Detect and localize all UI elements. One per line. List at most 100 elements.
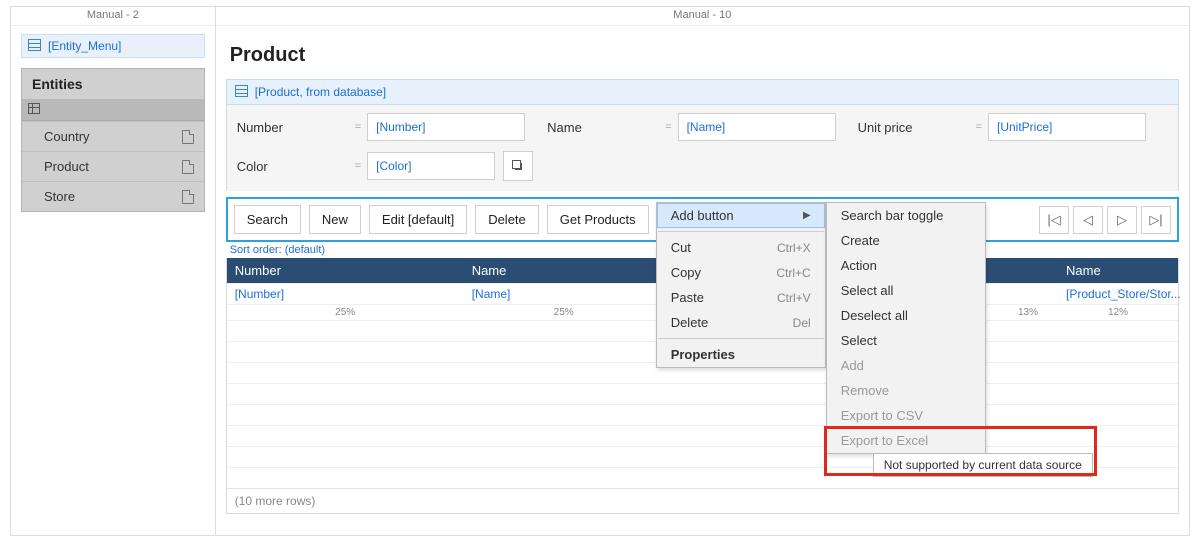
file-icon xyxy=(182,190,194,204)
col-name2-header[interactable]: Name xyxy=(1058,258,1178,283)
table-row[interactable] xyxy=(227,425,1178,446)
menu-separator xyxy=(658,338,824,339)
mi-label: Add button xyxy=(671,208,734,223)
left-pane: Manual - 2 [Entity_Menu] Entities Countr… xyxy=(11,7,216,535)
equals-icon: = xyxy=(355,160,361,172)
table-row[interactable] xyxy=(227,383,1178,404)
pct-far1: 13% xyxy=(998,305,1058,320)
name-label: Name xyxy=(547,120,659,135)
table-icon xyxy=(28,39,42,53)
number-field[interactable]: [Number] xyxy=(367,113,525,141)
entity-item-country[interactable]: Country xyxy=(22,121,204,151)
mi-label: Select xyxy=(841,333,877,348)
mi-export-csv[interactable]: Export to CSV xyxy=(827,403,985,428)
mi-shortcut: Del xyxy=(793,316,811,330)
pct1: 25% xyxy=(227,305,464,320)
mi-paste[interactable]: Paste Ctrl+V xyxy=(657,285,825,310)
nav-next-button[interactable]: ▷ xyxy=(1107,206,1137,234)
mi-add-button[interactable]: Add button ▶ xyxy=(657,203,825,228)
col-name-header[interactable]: Name xyxy=(464,258,664,283)
context-menu-primary: Add button ▶ Cut Ctrl+X Copy Ctrl+C Past… xyxy=(656,202,826,368)
nav-first-button[interactable]: |◁ xyxy=(1039,206,1069,234)
equals-icon: = xyxy=(665,121,671,133)
mi-remove[interactable]: Remove xyxy=(827,378,985,403)
get-products-button[interactable]: Get Products xyxy=(547,205,649,234)
mi-label: Add xyxy=(841,358,864,373)
mi-delete[interactable]: Delete Del xyxy=(657,310,825,335)
delete-button[interactable]: Delete xyxy=(475,205,539,234)
menu-separator xyxy=(658,231,824,232)
window-icon xyxy=(515,163,522,170)
mi-create[interactable]: Create xyxy=(827,228,985,253)
mi-search-bar-toggle[interactable]: Search bar toggle xyxy=(827,203,985,228)
datasource-icon xyxy=(235,85,249,99)
mi-export-excel[interactable]: Export to Excel xyxy=(827,428,985,453)
entity-menu-link[interactable]: [Entity_Menu] xyxy=(21,34,205,58)
mi-shortcut: Ctrl+X xyxy=(777,241,811,255)
entities-title: Entities xyxy=(22,69,204,99)
mi-add[interactable]: Add xyxy=(827,353,985,378)
color-label: Color xyxy=(237,159,349,174)
mi-select-all[interactable]: Select all xyxy=(827,278,985,303)
search-button[interactable]: Search xyxy=(234,205,301,234)
prev-icon: ◁ xyxy=(1083,212,1093,228)
mi-label: Cut xyxy=(671,240,691,255)
mi-label: Export to CSV xyxy=(841,408,923,423)
next-icon: ▷ xyxy=(1117,212,1127,228)
unitprice-field[interactable]: [UnitPrice] xyxy=(988,113,1146,141)
file-icon xyxy=(182,130,194,144)
entity-item-label: Country xyxy=(44,129,90,144)
mi-action[interactable]: Action xyxy=(827,253,985,278)
tooltip-not-supported: Not supported by current data source xyxy=(873,453,1093,477)
chevron-right-icon: ▶ xyxy=(803,210,811,221)
app-frame: Manual - 2 [Entity_Menu] Entities Countr… xyxy=(10,6,1190,536)
mi-cut[interactable]: Cut Ctrl+X xyxy=(657,235,825,260)
color-picker-button[interactable] xyxy=(503,151,533,181)
mi-label: Select all xyxy=(841,283,894,298)
mi-label: Copy xyxy=(671,265,701,280)
page-title: Product xyxy=(216,26,1189,79)
new-button[interactable]: New xyxy=(309,205,361,234)
mi-label: Paste xyxy=(671,290,704,305)
entity-item-label: Store xyxy=(44,189,75,204)
file-icon xyxy=(182,160,194,174)
entity-menu-label: [Entity_Menu] xyxy=(48,39,121,53)
mi-copy[interactable]: Copy Ctrl+C xyxy=(657,260,825,285)
number-label: Number xyxy=(237,120,349,135)
nav-last-button[interactable]: ▷| xyxy=(1141,206,1171,234)
entity-item-store[interactable]: Store xyxy=(22,181,204,211)
tab-left[interactable]: Manual - 2 xyxy=(11,7,215,26)
mi-label: Create xyxy=(841,233,880,248)
cell-name: [Name] xyxy=(464,284,664,304)
nav-prev-button[interactable]: ◁ xyxy=(1073,206,1103,234)
mi-label: Export to Excel xyxy=(841,433,928,448)
entity-item-product[interactable]: Product xyxy=(22,151,204,181)
entity-item-label: Product xyxy=(44,159,89,174)
mi-label: Remove xyxy=(841,383,889,398)
equals-icon: = xyxy=(355,121,361,133)
right-pane: Manual - 10 Product [Product, from datab… xyxy=(216,7,1189,535)
pct-far2: 12% xyxy=(1058,305,1178,320)
tab-right[interactable]: Manual - 10 xyxy=(216,7,1189,26)
edit-button[interactable]: Edit [default] xyxy=(369,205,467,234)
mi-properties[interactable]: Properties xyxy=(657,342,825,367)
entities-iconrow xyxy=(22,99,204,121)
mi-select[interactable]: Select xyxy=(827,328,985,353)
cell-number: [Number] xyxy=(227,284,464,304)
equals-icon: = xyxy=(976,121,982,133)
mi-label: Delete xyxy=(671,315,709,330)
col-number-header[interactable]: Number xyxy=(227,258,464,283)
entities-box: Entities Country Product Store xyxy=(21,68,205,212)
mi-label: Deselect all xyxy=(841,308,908,323)
mi-deselect-all[interactable]: Deselect all xyxy=(827,303,985,328)
cell-relation: [Product_Store/Stor... xyxy=(1058,284,1178,304)
datasource-label: [Product, from database] xyxy=(255,85,386,99)
mi-shortcut: Ctrl+C xyxy=(776,266,810,280)
mi-shortcut: Ctrl+V xyxy=(777,291,811,305)
table-row[interactable] xyxy=(227,404,1178,425)
nav-group: |◁ ◁ ▷ ▷| xyxy=(1035,206,1171,234)
name-field[interactable]: [Name] xyxy=(678,113,836,141)
datasource-bar[interactable]: [Product, from database] xyxy=(226,79,1179,105)
color-field[interactable]: [Color] xyxy=(367,152,495,180)
mi-label: Search bar toggle xyxy=(841,208,944,223)
